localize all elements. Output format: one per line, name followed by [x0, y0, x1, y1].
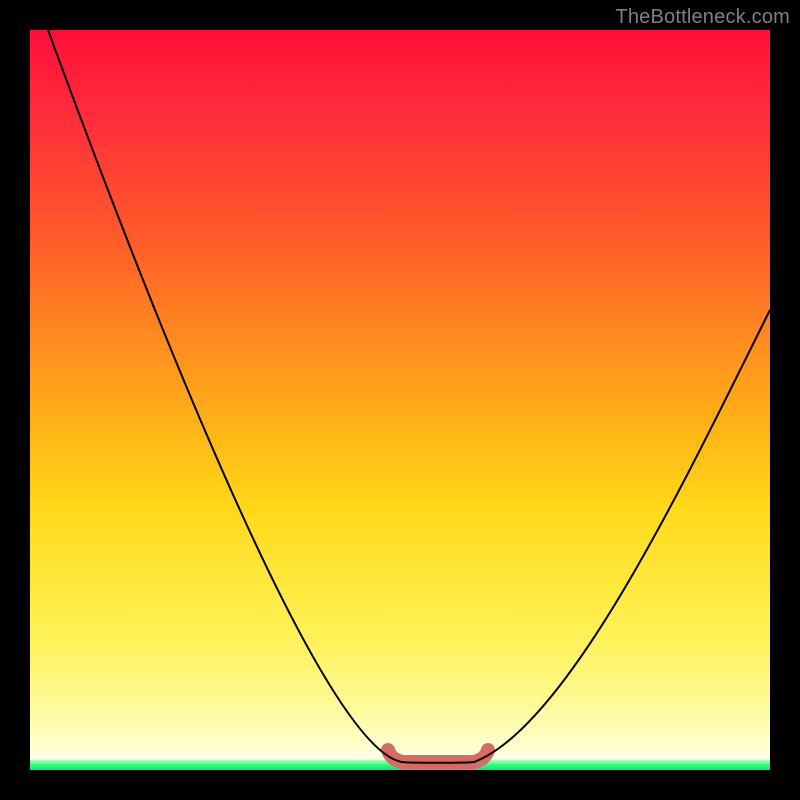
- green-baseline-strip: [30, 760, 770, 770]
- watermark-text: TheBottleneck.com: [615, 6, 790, 29]
- main-curve: [48, 30, 770, 763]
- chart-frame: TheBottleneck.com: [0, 0, 800, 800]
- plot-area: [30, 30, 770, 770]
- curve-overlay: [30, 30, 770, 770]
